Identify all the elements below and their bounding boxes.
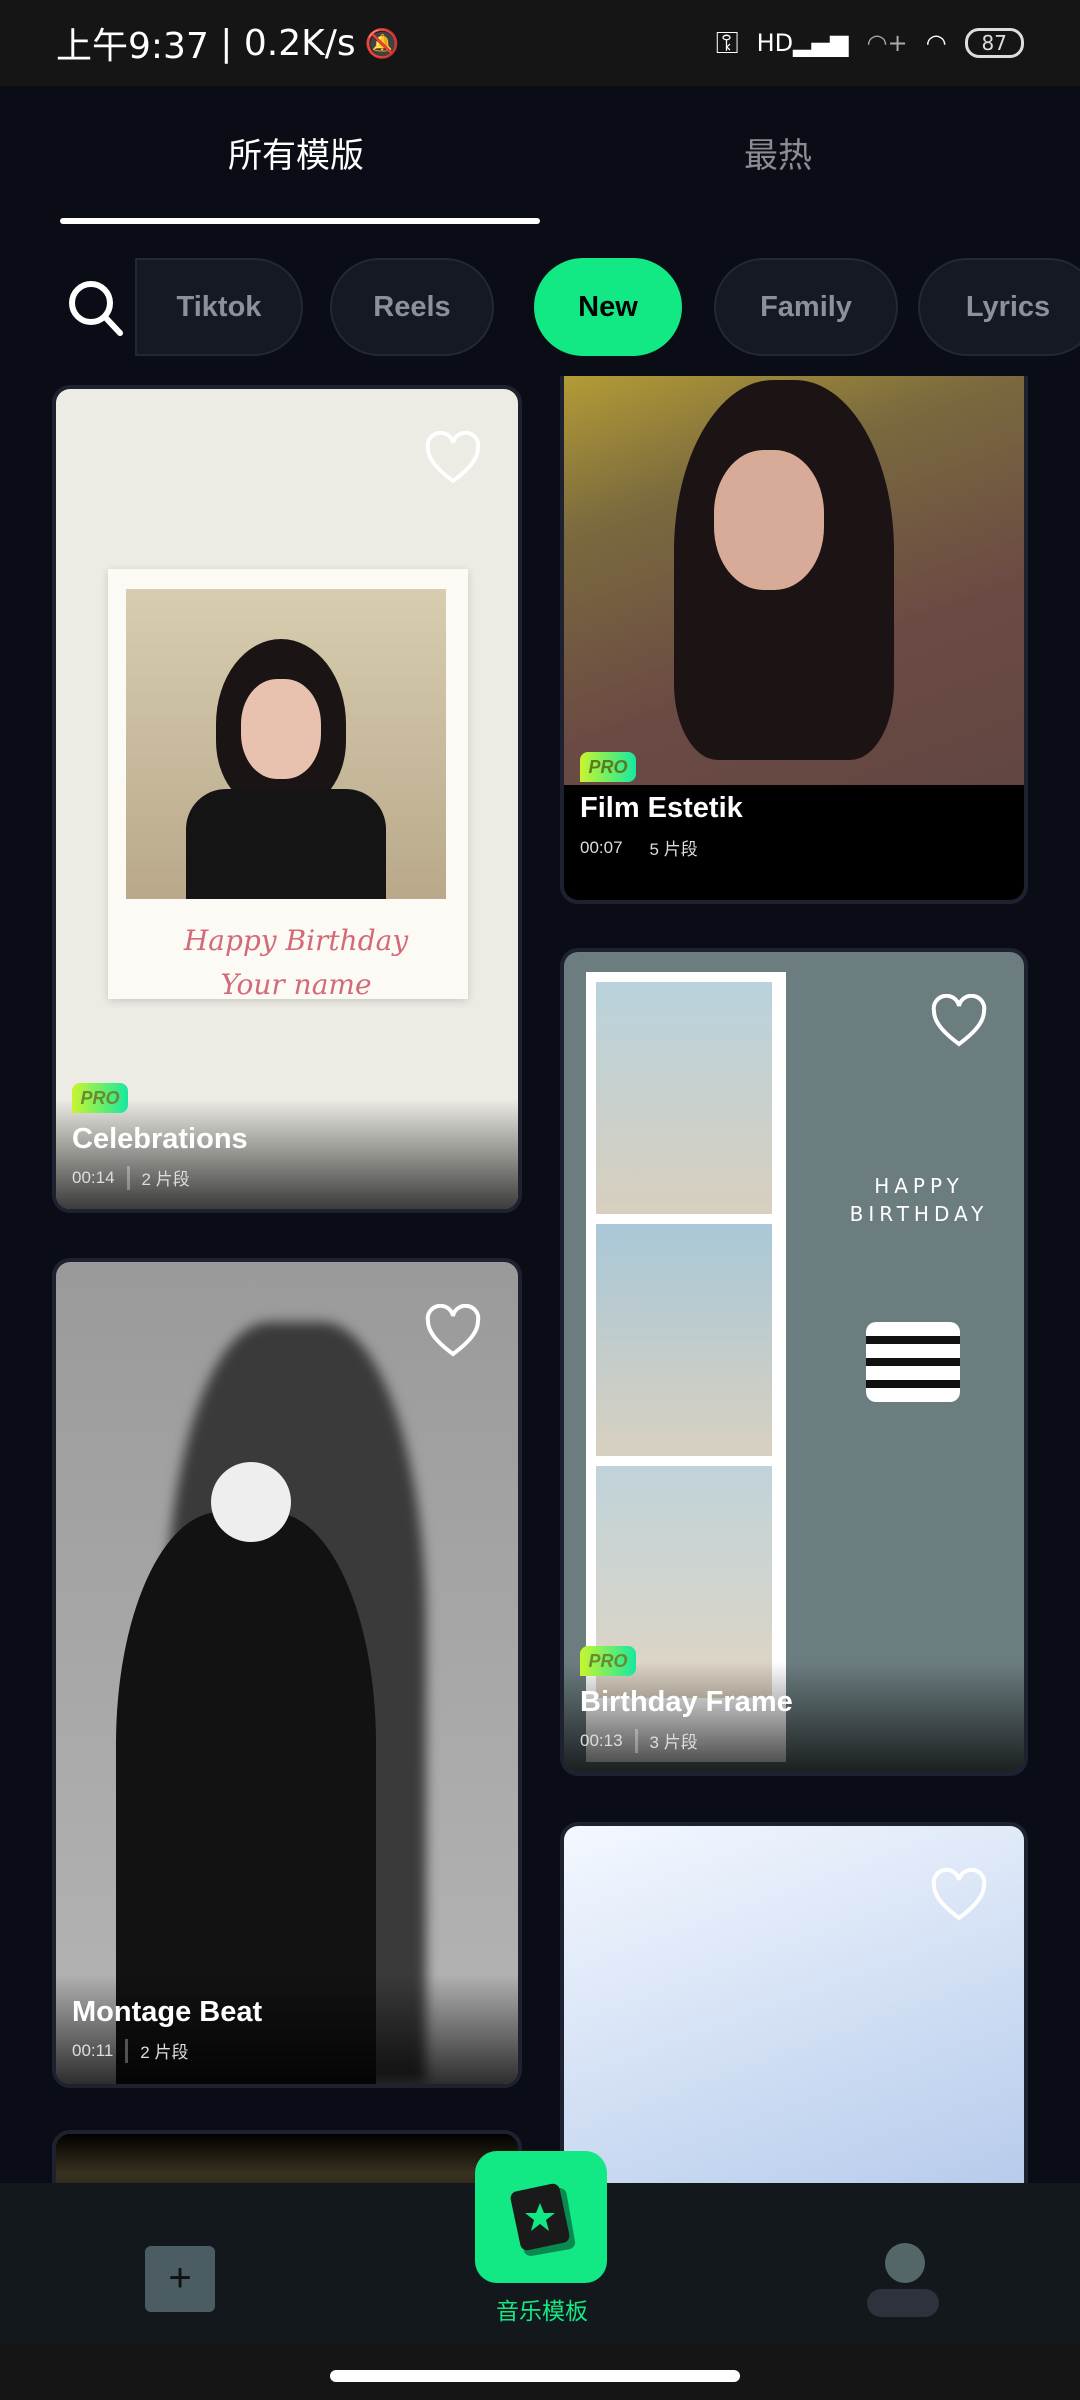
mute-bell-icon: 🔕 <box>355 26 400 60</box>
card-title: Montage Beat <box>72 1996 263 2028</box>
chip-tiktok[interactable]: Tiktok <box>135 258 303 356</box>
template-card-montage-beat[interactable]: Montage Beat 00:11 2 片段 <box>52 1258 522 2088</box>
chip-new[interactable]: New <box>534 258 682 356</box>
profile-icon[interactable] <box>865 2243 939 2317</box>
thumbnail-text: Happy Birthday <box>183 924 409 957</box>
template-card-celebrations[interactable]: Happy Birthday Your name PRO Celebration… <box>52 385 522 1213</box>
tab-hottest[interactable]: 最热 <box>744 128 812 177</box>
card-meta: 00:11 2 片段 <box>72 2038 188 2063</box>
wifi-icon: ◠ <box>925 29 947 57</box>
heart-icon[interactable] <box>930 1868 988 1922</box>
pro-badge: PRO <box>580 1646 636 1676</box>
pro-badge: PRO <box>580 752 636 782</box>
nav-label-music-template: 音乐模板 <box>496 2298 588 2324</box>
card-duration: 00:14 <box>72 1167 115 1187</box>
card-meta: 00:07 5 片段 <box>580 835 698 860</box>
meta-divider <box>635 836 638 860</box>
template-card-film-estetik[interactable]: PRO Film Estetik 00:07 5 片段 <box>560 376 1028 904</box>
meta-divider <box>125 2038 129 2063</box>
search-icon[interactable] <box>66 278 126 338</box>
key-icon: ⚿ <box>715 25 739 61</box>
template-card-birthday-frame[interactable]: HAPPY BIRTHDAY PRO Birthday Frame 00:13 3… <box>560 948 1028 1776</box>
hd-signal-icon: HD▂▄▆ <box>756 29 849 57</box>
card-segments: 2 片段 <box>141 1170 190 1189</box>
battery-icon: 87 <box>964 28 1024 58</box>
thumbnail-text: HAPPY <box>874 1174 964 1198</box>
active-tab-indicator <box>60 218 540 224</box>
category-chips: Tiktok Reels New Family Lyrics <box>0 258 1080 356</box>
heart-icon[interactable] <box>930 994 988 1048</box>
wifi-plus-icon: ◠+ <box>866 29 908 57</box>
card-segments: 3 片段 <box>649 1733 698 1752</box>
thumbnail-text: Your name <box>220 968 372 1001</box>
template-thumbnail <box>56 2134 518 2184</box>
tab-all-templates[interactable]: 所有模版 <box>228 128 364 177</box>
status-bar: 上午9:37 | 0.2K/s 🔕 ⚿ HD▂▄▆ ◠+ ◠ 87 <box>0 0 1080 86</box>
music-template-button[interactable] <box>475 2151 607 2283</box>
card-segments: 5 片段 <box>649 840 698 859</box>
thumbnail-text: BIRTHDAY <box>849 1202 989 1226</box>
chip-reels[interactable]: Reels <box>330 258 494 356</box>
card-duration: 00:07 <box>580 837 623 857</box>
status-time: 上午9:37 <box>56 26 209 67</box>
home-indicator[interactable] <box>330 2370 740 2382</box>
pro-badge: PRO <box>72 1083 128 1113</box>
template-card-partial[interactable] <box>560 1822 1028 2184</box>
heart-icon[interactable] <box>424 1304 482 1358</box>
card-duration: 00:13 <box>580 1730 623 1750</box>
network-speed: 0.2K/s <box>243 22 356 64</box>
card-shade <box>56 1974 518 2084</box>
heart-icon[interactable] <box>424 431 482 485</box>
card-title: Film Estetik <box>580 792 743 824</box>
card-duration: 00:11 <box>72 2040 114 2060</box>
card-title: Birthday Frame <box>580 1686 793 1718</box>
cake-icon <box>866 1322 960 1402</box>
chip-family[interactable]: Family <box>714 258 898 356</box>
template-thumbnail <box>56 1262 518 2084</box>
card-meta: 00:13 3 片段 <box>580 1728 698 1753</box>
card-meta: 00:14 2 片段 <box>72 1165 190 1190</box>
chip-lyrics[interactable]: Lyrics <box>918 258 1080 356</box>
card-title: Celebrations <box>72 1123 248 1155</box>
music-template-icon <box>510 2183 576 2256</box>
template-grid: Happy Birthday Your name PRO Celebration… <box>0 376 1080 2184</box>
meta-divider <box>634 1728 638 1753</box>
card-segments: 2 片段 <box>140 2043 189 2062</box>
plus-icon[interactable]: + <box>145 2246 215 2312</box>
template-card-partial[interactable] <box>52 2130 522 2184</box>
meta-divider <box>126 1165 130 1190</box>
status-divider: | <box>208 22 244 64</box>
